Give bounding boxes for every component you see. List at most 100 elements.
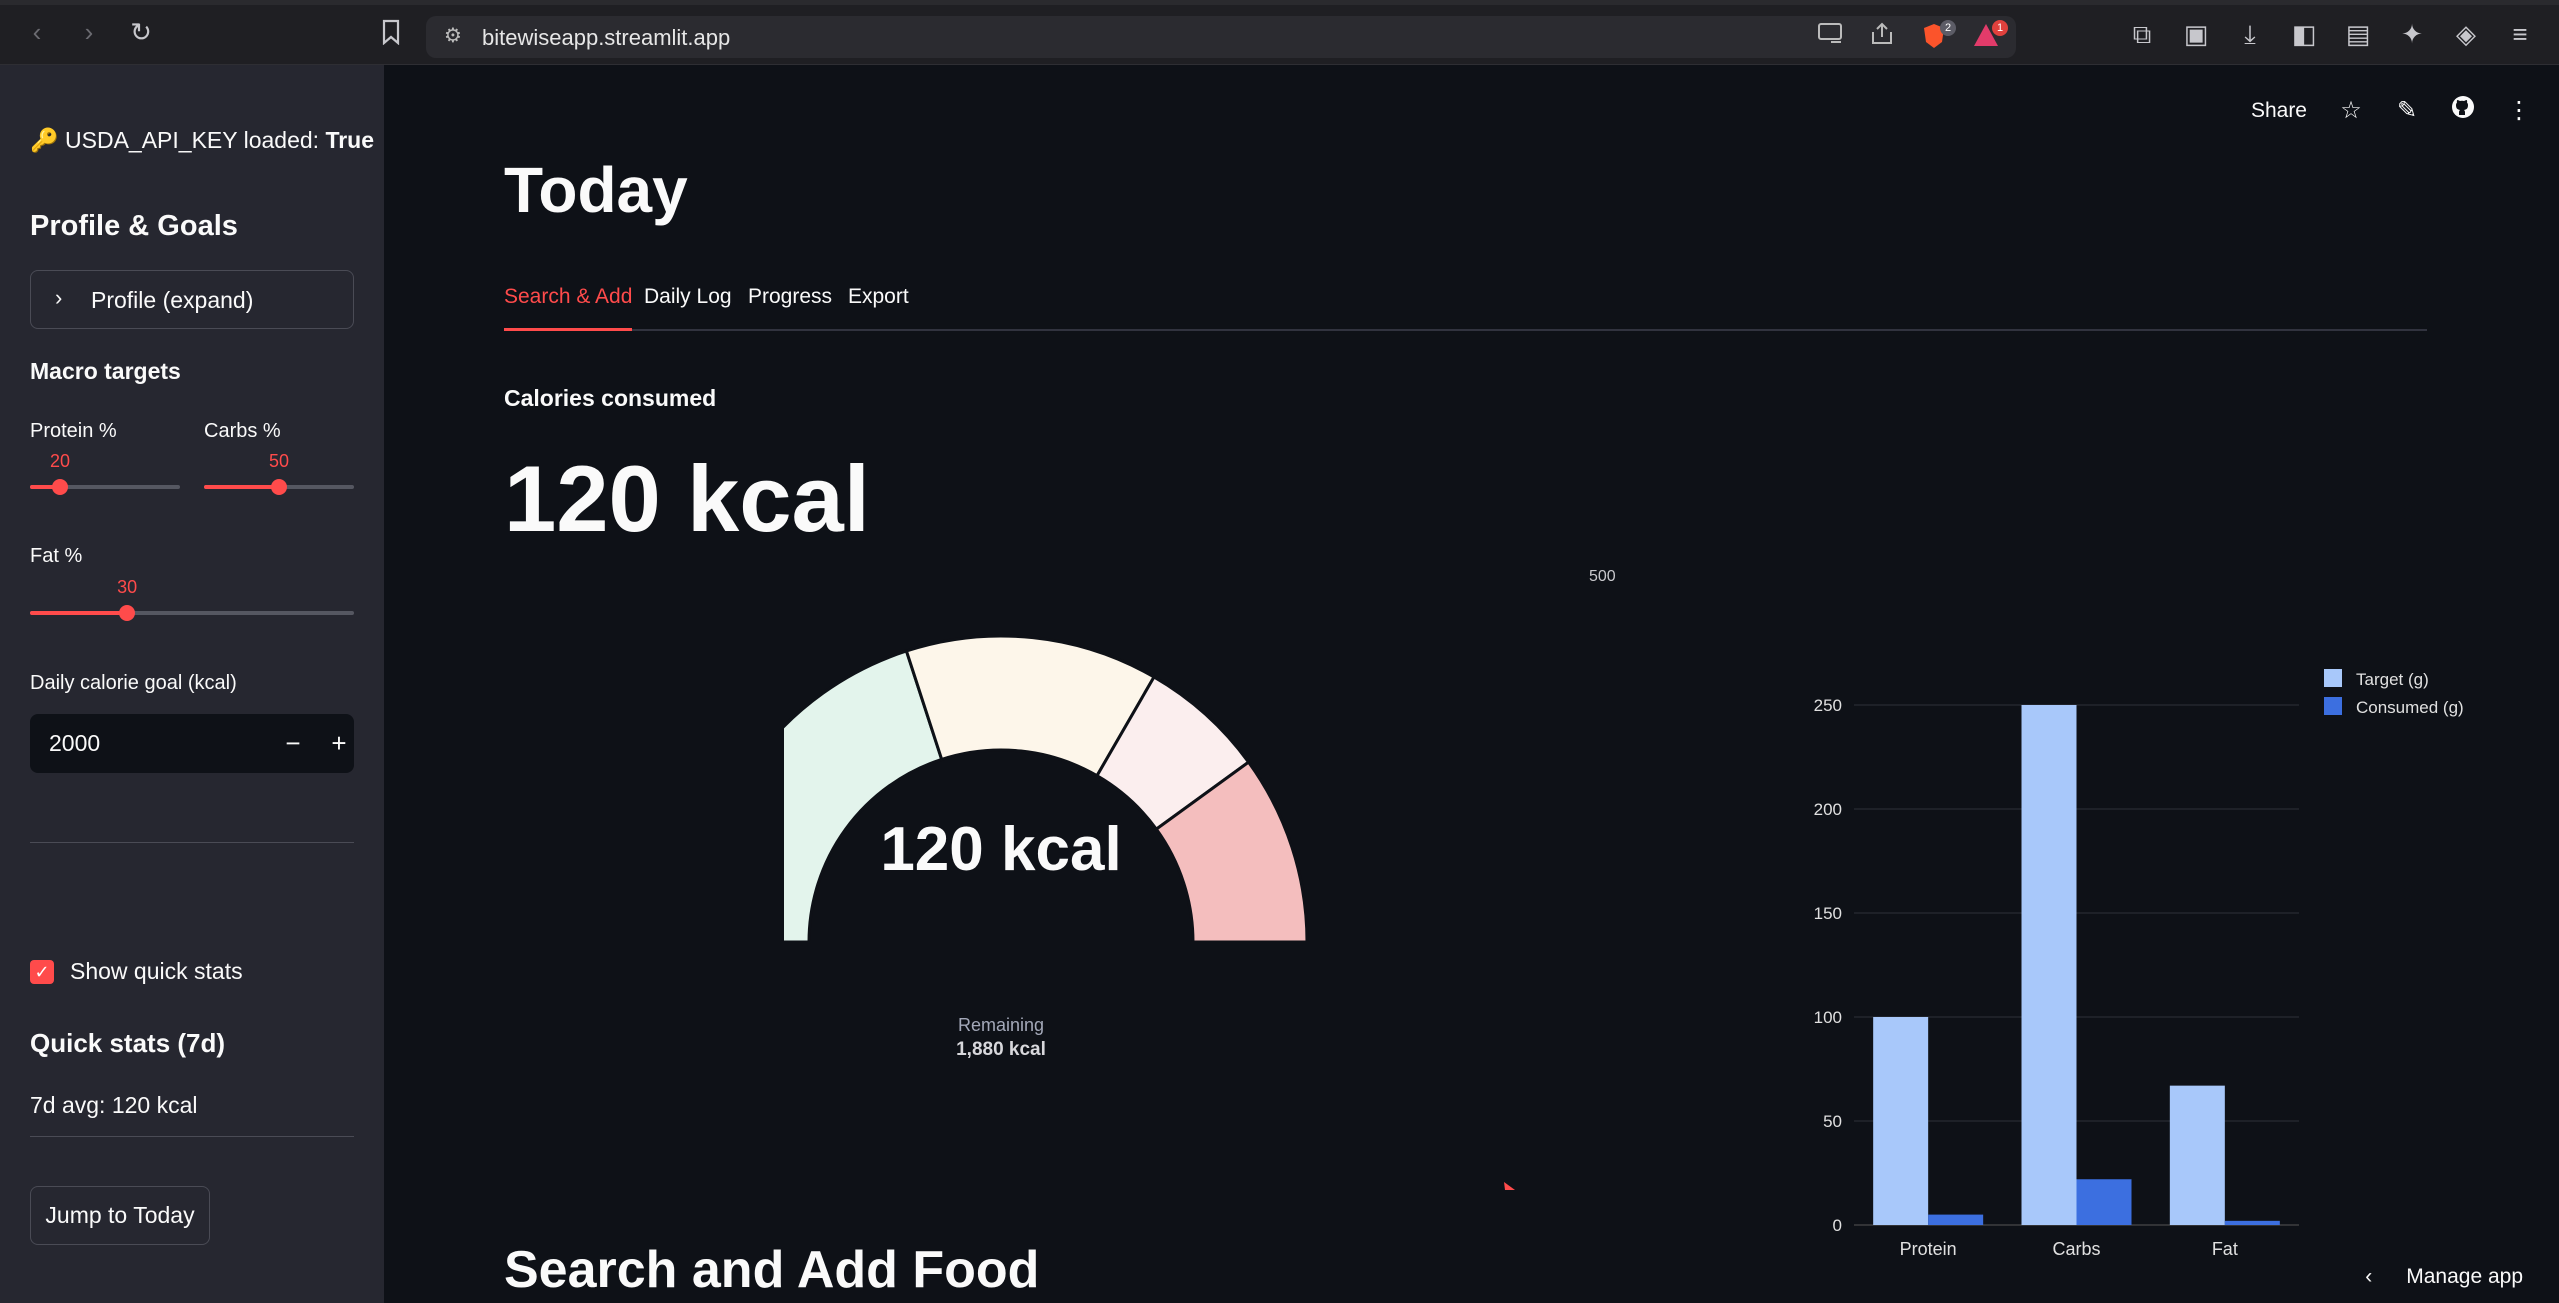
cast-icon[interactable] xyxy=(1814,22,1846,52)
tab-bar: Search & Add Daily Log Progress Export xyxy=(504,285,2427,331)
carbs-value: 50 xyxy=(268,451,290,471)
slider-thumb[interactable] xyxy=(271,479,287,495)
gauge-remaining-value: 1,880 kcal xyxy=(956,1039,1046,1060)
macro-bar-chart: Protein Carbs Fat 0 50 100 150 200 250 Target (… xyxy=(1814,669,2464,1259)
quick-stats-text: 7d avg: 120 kcal xyxy=(30,1092,198,1118)
bar-carbs-target[interactable] xyxy=(2021,705,2077,1225)
divider xyxy=(30,842,354,843)
fat-slider[interactable]: 30 xyxy=(30,577,354,627)
gauge-band-0 xyxy=(784,649,944,944)
sidebar-toggle-icon[interactable]: ◧ xyxy=(2289,19,2319,49)
bar-fat-target[interactable] xyxy=(2169,1085,2225,1225)
divider xyxy=(30,1136,354,1137)
forward-icon[interactable]: › xyxy=(74,17,104,47)
search-add-heading: Search and Add Food xyxy=(504,1241,1040,1299)
show-quick-stats-checkbox[interactable]: ✓ Show quick stats xyxy=(30,958,243,985)
chevron-right-icon: › xyxy=(55,285,63,310)
page-title: Today xyxy=(504,154,688,226)
brave-rewards-icon[interactable]: 1 xyxy=(1970,20,2008,52)
increment-button[interactable]: + xyxy=(322,726,356,760)
main-content: Share ☆ ✎ ⋮ Today Search & Add Daily Log… xyxy=(384,65,2559,1303)
menu-icon[interactable]: ≡ xyxy=(2505,19,2535,49)
tab-export[interactable]: Export xyxy=(848,285,909,331)
brave-badge: 2 xyxy=(1940,20,1956,36)
star-icon[interactable]: ☆ xyxy=(2339,96,2363,125)
manage-app-button[interactable]: ‹ Manage app xyxy=(2365,1265,2523,1289)
y-tick-label: 250 xyxy=(1814,696,1842,715)
brave-shield-icon[interactable]: 2 xyxy=(1918,20,1956,52)
fat-label: Fat % xyxy=(30,545,83,567)
y-tick-label: 100 xyxy=(1814,1008,1842,1027)
checkmark-icon[interactable]: ✓ xyxy=(30,959,54,984)
protein-label: Protein % xyxy=(30,420,117,442)
bar-protein-target[interactable] xyxy=(1873,1017,1929,1225)
more-options-icon[interactable]: ⋮ xyxy=(2507,96,2531,125)
profile-expander[interactable]: › Profile (expand) xyxy=(30,270,354,329)
calorie-goal-input[interactable]: 2000 − + xyxy=(30,714,354,773)
tab-progress[interactable]: Progress xyxy=(748,285,832,331)
legend-swatch xyxy=(2324,697,2342,715)
protein-value: 20 xyxy=(49,451,71,471)
calorie-goal-value[interactable]: 2000 xyxy=(49,730,100,757)
slider-thumb[interactable] xyxy=(119,605,136,621)
reload-icon[interactable]: ↻ xyxy=(126,17,156,47)
bar-protein-consumed[interactable] xyxy=(1928,1214,1984,1225)
y-tick-label: 150 xyxy=(1814,904,1842,923)
address-bar[interactable]: ⚙ bitewiseapp.streamlit.app 2 1 xyxy=(426,16,2016,58)
tab-search-add[interactable]: Search & Add xyxy=(504,285,633,331)
app-toolbar: Share ☆ ✎ ⋮ xyxy=(2251,95,2531,126)
gauge-value-label: 120 kcal xyxy=(880,815,1121,884)
protein-slider[interactable]: 20 xyxy=(30,451,180,501)
bar-fat-consumed[interactable] xyxy=(2224,1220,2280,1225)
y-tick-label: 200 xyxy=(1814,800,1842,819)
quick-stats-heading: Quick stats (7d) xyxy=(30,1028,226,1058)
calorie-goal-label: Daily calorie goal (kcal) xyxy=(30,672,237,694)
profile-expander-label: Profile (expand) xyxy=(91,287,254,313)
back-icon[interactable]: ‹ xyxy=(22,17,52,47)
decrement-button[interactable]: − xyxy=(276,726,310,760)
chevron-left-icon: ‹ xyxy=(2365,1265,2373,1288)
y-tick-label: 50 xyxy=(1823,1112,1842,1131)
browser-toolbar: ‹ › ↻ ⚙ bitewiseapp.streamlit.app 2 1 ⧉ xyxy=(0,0,2559,65)
tab-daily-log[interactable]: Daily Log xyxy=(644,285,732,331)
jump-to-today-button[interactable]: Jump to Today xyxy=(30,1186,210,1245)
url-text[interactable]: bitewiseapp.streamlit.app xyxy=(482,25,730,51)
gauge-tick-label-wrap: 500 xyxy=(1589,568,1616,585)
share-button[interactable]: Share xyxy=(2251,99,2307,123)
download-icon[interactable]: ⤓ xyxy=(2235,19,2265,49)
legend-swatch xyxy=(2324,669,2342,687)
y-tick-label: 0 xyxy=(1833,1216,1842,1235)
fat-value: 30 xyxy=(117,577,138,597)
profile-goals-heading: Profile & Goals xyxy=(30,210,238,242)
api-key-status: 🔑 USDA_API_KEY loaded: True xyxy=(30,127,375,153)
edit-icon[interactable]: ✎ xyxy=(2395,96,2419,125)
macro-targets-heading: Macro targets xyxy=(30,358,181,384)
bookmark-icon[interactable] xyxy=(376,19,406,49)
metric-value: 120 kcal xyxy=(504,446,870,551)
legend-label: Consumed (g) xyxy=(2356,698,2464,717)
x-tick-label: Fat xyxy=(2212,1239,2238,1259)
vpn-icon[interactable]: ◈ xyxy=(2451,19,2481,49)
github-icon[interactable] xyxy=(2451,95,2475,126)
site-settings-icon[interactable]: ⚙ xyxy=(440,23,466,49)
carbs-label: Carbs % xyxy=(204,420,281,442)
sidebar: 🔑 USDA_API_KEY loaded: True Profile & Go… xyxy=(0,65,384,1303)
legend-label: Target (g) xyxy=(2356,670,2429,689)
slider-thumb[interactable] xyxy=(52,479,68,495)
bar-carbs-consumed[interactable] xyxy=(2076,1179,2132,1225)
gauge-marker xyxy=(1504,1182,1515,1190)
x-tick-label: Protein xyxy=(1900,1239,1957,1259)
share-page-icon[interactable] xyxy=(1866,22,1898,52)
wallet-icon[interactable]: ▤ xyxy=(2343,19,2373,49)
carbs-slider[interactable]: 50 xyxy=(204,451,354,501)
extensions-icon[interactable]: ⧉ xyxy=(2127,19,2157,49)
leo-ai-icon[interactable]: ✦ xyxy=(2397,19,2427,49)
calorie-gauge: 120 kcal Remaining 1,880 kcal xyxy=(784,634,1309,1060)
show-quick-stats-label: Show quick stats xyxy=(70,958,243,984)
alert-badge: 1 xyxy=(1992,20,2008,36)
gauge-max-tick: 500 xyxy=(1589,568,1616,585)
metric-label: Calories consumed xyxy=(504,385,717,411)
manage-app-label: Manage app xyxy=(2406,1265,2523,1288)
screenshot-icon[interactable]: ▣ xyxy=(2181,19,2211,49)
x-tick-label: Carbs xyxy=(2052,1239,2100,1259)
